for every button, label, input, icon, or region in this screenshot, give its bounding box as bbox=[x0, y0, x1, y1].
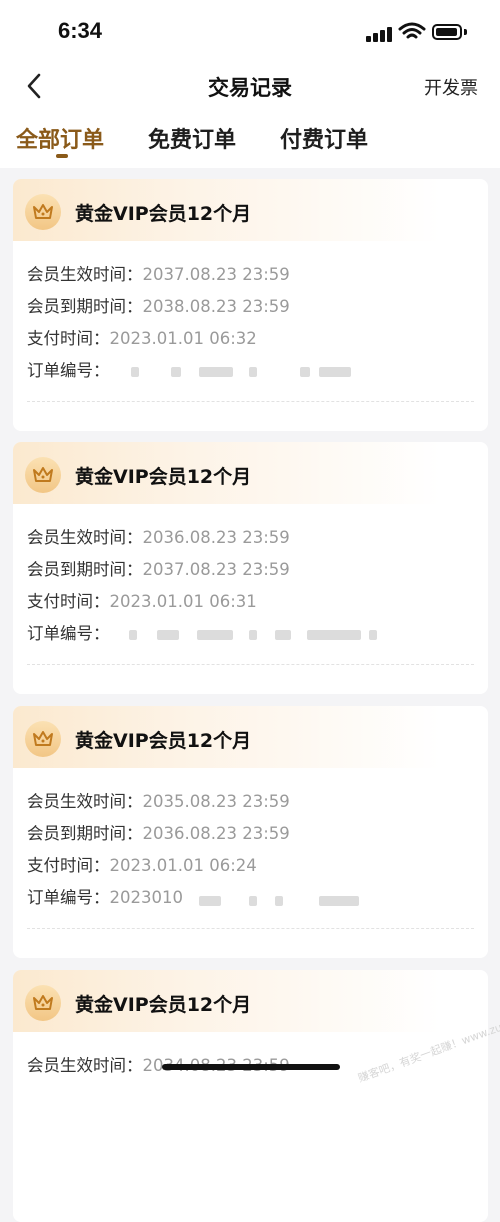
tab-free-orders[interactable]: 免费订单 bbox=[148, 122, 236, 154]
tab-paid-orders[interactable]: 付费订单 bbox=[280, 122, 368, 154]
field-value: 2023.01.01 06:32 bbox=[109, 329, 257, 348]
redacted-block bbox=[319, 896, 359, 906]
nav-bar: 交易记录 开发票 bbox=[0, 62, 500, 110]
field-label: 会员生效时间： bbox=[27, 792, 143, 811]
order-card[interactable]: 黄金VIP会员12个月 会员生效时间：2035.08.23 23:59 会员到期… bbox=[13, 706, 488, 958]
field-value: 2023.01.01 06:31 bbox=[109, 592, 257, 611]
crown-icon bbox=[25, 194, 61, 230]
order-card-header: 黄金VIP会员12个月 bbox=[13, 706, 488, 768]
status-bar: 6:34 bbox=[0, 0, 500, 62]
order-number-row: 订单编号： bbox=[27, 620, 110, 644]
order-number-row: 订单编号：2023010 bbox=[27, 884, 183, 908]
field-value: 2037.08.23 23:59 bbox=[142, 560, 290, 579]
order-card-header: 黄金VIP会员12个月 bbox=[13, 970, 488, 1032]
status-time: 6:34 bbox=[58, 18, 103, 43]
divider bbox=[27, 664, 474, 665]
field-label: 会员到期时间： bbox=[27, 560, 143, 579]
crown-icon bbox=[25, 985, 61, 1021]
active-tab-indicator bbox=[56, 154, 68, 158]
activation-time-row: 会员生效时间：2037.08.23 23:59 bbox=[27, 261, 290, 285]
payment-time-row: 支付时间：2023.01.01 06:24 bbox=[27, 852, 257, 876]
expiry-time-row: 会员到期时间：2037.08.23 23:59 bbox=[27, 556, 290, 580]
divider bbox=[27, 928, 474, 929]
redacted-block bbox=[199, 896, 221, 906]
divider bbox=[27, 401, 474, 402]
activation-time-row: 会员生效时间：2036.08.23 23:59 bbox=[27, 524, 290, 548]
invoice-button[interactable]: 开发票 bbox=[424, 74, 478, 100]
field-label: 会员到期时间： bbox=[27, 824, 143, 843]
field-label: 会员生效时间： bbox=[27, 528, 143, 547]
order-card-header: 黄金VIP会员12个月 bbox=[13, 442, 488, 504]
expiry-time-row: 会员到期时间：2038.08.23 23:59 bbox=[27, 293, 290, 317]
signal-icon bbox=[366, 24, 394, 42]
redacted-block bbox=[249, 630, 257, 640]
field-value: 2023.01.01 06:24 bbox=[109, 856, 257, 875]
field-value: 2023010 bbox=[109, 888, 184, 907]
battery-icon bbox=[432, 24, 462, 40]
header-area: 6:34 交易记录 开发票 全部订单 免费订单 付费订单 bbox=[0, 0, 500, 168]
order-title: 黄金VIP会员12个月 bbox=[75, 994, 252, 1016]
redacted-block bbox=[300, 367, 310, 377]
redacted-block bbox=[199, 367, 233, 377]
redacted-block bbox=[249, 367, 257, 377]
redacted-block bbox=[275, 630, 291, 640]
field-label: 支付时间： bbox=[27, 592, 110, 611]
crown-icon bbox=[25, 457, 61, 493]
tab-all-orders[interactable]: 全部订单 bbox=[16, 122, 104, 154]
redacted-block bbox=[197, 630, 233, 640]
activation-time-row: 会员生效时间：2035.08.23 23:59 bbox=[27, 788, 290, 812]
battery-tip bbox=[464, 29, 467, 35]
field-label: 订单编号： bbox=[27, 888, 110, 907]
redacted-block bbox=[131, 367, 139, 377]
redacted-block bbox=[319, 367, 351, 377]
redacted-block bbox=[171, 367, 181, 377]
payment-time-row: 支付时间：2023.01.01 06:31 bbox=[27, 588, 257, 612]
redacted-block bbox=[307, 630, 361, 640]
field-label: 会员到期时间： bbox=[27, 297, 143, 316]
wifi-icon bbox=[398, 22, 426, 39]
redacted-block bbox=[369, 630, 377, 640]
payment-time-row: 支付时间：2023.01.01 06:32 bbox=[27, 325, 257, 349]
field-value: 2036.08.23 23:59 bbox=[142, 824, 290, 843]
redacted-block bbox=[275, 896, 283, 906]
order-number-row: 订单编号： bbox=[27, 357, 110, 381]
field-value: 2035.08.23 23:59 bbox=[142, 792, 290, 811]
redacted-block bbox=[249, 896, 257, 906]
order-card-header: 黄金VIP会员12个月 bbox=[13, 179, 488, 241]
field-label: 会员生效时间： bbox=[27, 1056, 143, 1075]
field-value: 2037.08.23 23:59 bbox=[142, 265, 290, 284]
field-label: 订单编号： bbox=[27, 624, 110, 643]
field-label: 支付时间： bbox=[27, 856, 110, 875]
home-indicator bbox=[162, 1064, 340, 1070]
field-label: 订单编号： bbox=[27, 361, 110, 380]
order-title: 黄金VIP会员12个月 bbox=[75, 730, 252, 752]
field-value: 2036.08.23 23:59 bbox=[142, 528, 290, 547]
crown-icon bbox=[25, 721, 61, 757]
field-value: 2038.08.23 23:59 bbox=[142, 297, 290, 316]
redacted-block bbox=[157, 630, 179, 640]
redacted-block bbox=[129, 630, 137, 640]
field-label: 支付时间： bbox=[27, 329, 110, 348]
expiry-time-row: 会员到期时间：2036.08.23 23:59 bbox=[27, 820, 290, 844]
order-card[interactable]: 黄金VIP会员12个月 会员生效时间：2036.08.23 23:59 会员到期… bbox=[13, 442, 488, 694]
order-tabs: 全部订单 免费订单 付费订单 bbox=[0, 118, 500, 168]
field-label: 会员生效时间： bbox=[27, 265, 143, 284]
order-card[interactable]: 黄金VIP会员12个月 会员生效时间：2034.08.23 23:59 bbox=[13, 970, 488, 1222]
order-card[interactable]: 黄金VIP会员12个月 会员生效时间：2037.08.23 23:59 会员到期… bbox=[13, 179, 488, 431]
order-title: 黄金VIP会员12个月 bbox=[75, 203, 252, 225]
order-title: 黄金VIP会员12个月 bbox=[75, 466, 252, 488]
